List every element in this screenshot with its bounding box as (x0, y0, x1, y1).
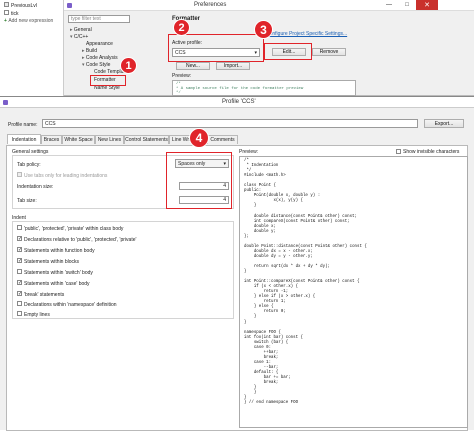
indent-option-label: Declarations relative to 'public', 'prot… (24, 236, 137, 243)
app-icon (67, 3, 72, 8)
indent-option-label: Statements within blocks (24, 258, 80, 265)
indent-option-label: Empty lines (24, 311, 50, 318)
annotation-badge-4: 4 (189, 128, 209, 148)
indent-option-checkbox[interactable]: Empty lines (17, 311, 50, 318)
indent-option-label: 'public', 'protected', 'private' within … (24, 225, 124, 232)
show-invisible-checkbox[interactable]: Show invisible characters (396, 148, 459, 155)
indentation-size-label: Indentation size: (17, 184, 54, 190)
new-button[interactable]: New... (176, 62, 210, 70)
previous-item[interactable]: PreviousLvl (4, 2, 37, 9)
export-button[interactable]: Export... (424, 119, 464, 128)
prefs-preview-box: /* * A sample source file for the code f… (172, 80, 356, 96)
checkbox-icon (17, 311, 22, 316)
profile-name-label: Profile name: (8, 122, 38, 128)
add-expression-link[interactable]: + Add new expression (4, 18, 53, 24)
indent-option-label: Declarations within 'namespace' definiti… (24, 301, 117, 308)
indent-option-checkbox[interactable]: 'public', 'protected', 'private' within … (17, 225, 123, 232)
use-tabs-checkbox[interactable]: Use tabs only for leading indentations (17, 172, 107, 179)
indent-option-checkbox[interactable]: ✓ Declarations relative to 'public', 'pro… (17, 236, 136, 243)
prefs-preview-label: Preview: (172, 73, 192, 79)
minimize-button[interactable]: — (380, 0, 398, 10)
tree-code-analysis[interactable]: ▸ Code Analysis (82, 55, 118, 61)
prefs-title: Preferences (194, 2, 227, 8)
indent-option-label: Statements within 'case' body (24, 280, 90, 287)
tab-braces[interactable]: Braces (41, 135, 62, 144)
code-preview-text: /* * Indentation */ #include <math.h> cl… (244, 159, 367, 406)
indent-option-checkbox[interactable]: ✓ Statements within blocks (17, 258, 79, 265)
checkmark-icon: ✓ (17, 236, 23, 242)
tab-control-statements[interactable]: Control Statements (124, 135, 169, 144)
checkmark-icon: ✓ (17, 258, 23, 264)
import-button[interactable]: Import... (216, 62, 250, 70)
indent-option-checkbox[interactable]: Statements within 'switch' body (17, 269, 93, 276)
profile-name-input[interactable]: CCS (42, 119, 418, 128)
indent-option-label: 'break' statements (24, 291, 65, 298)
tree-build[interactable]: ▸ Build (82, 48, 97, 54)
checkbox-icon (17, 225, 22, 230)
tree-appearance[interactable]: Appearance (86, 41, 113, 47)
annotation-box-4 (166, 152, 232, 209)
checkmark-icon: ✓ (17, 247, 23, 253)
maximize-button[interactable]: □ (398, 0, 416, 10)
checkmark-icon: ✓ (17, 291, 23, 297)
indent-option-checkbox[interactable]: ✓ Statements within 'case' body (17, 280, 90, 287)
tab-policy-label: Tab policy: (17, 162, 41, 168)
annotation-box-3 (264, 43, 312, 60)
annotation-box-1 (90, 75, 126, 86)
annotation-badge-3: 3 (254, 20, 273, 39)
tree-cpp[interactable]: ▾ C/C++ (70, 34, 88, 40)
filter-input[interactable]: type filter text (68, 15, 130, 23)
tree-code-style[interactable]: ▾ Code Style (82, 62, 110, 68)
tree-general[interactable]: ▸ General (70, 27, 92, 33)
tab-comments[interactable]: Comments (207, 135, 238, 144)
code-preview: /* * Indentation */ #include <math.h> cl… (239, 156, 468, 428)
dialog-preview-label: Preview: (239, 149, 259, 155)
indent-option-label: Statements within function body (24, 247, 95, 254)
preferences-window: PreviousLvl tick + Add new expression Pr… (0, 0, 474, 96)
checkbox-icon (17, 269, 22, 274)
indent-option-checkbox[interactable]: ✓ Statements within function body (17, 247, 95, 254)
annotation-badge-1: 1 (120, 57, 137, 74)
annotation-box-2 (168, 34, 264, 62)
remove-button[interactable]: Remove (312, 48, 346, 56)
dialog-app-icon (3, 100, 8, 105)
tab-new-lines[interactable]: New Lines (95, 135, 124, 144)
prefs-title-bar: Preferences — □ ✕ (64, 0, 474, 11)
dialog-title-bar: Profile 'CCS' (0, 97, 474, 108)
annotation-badge-2: 2 (173, 19, 190, 36)
indent-option-checkbox[interactable]: ✓'break' statements (17, 291, 64, 298)
close-button[interactable]: ✕ (416, 0, 438, 10)
configure-project-link[interactable]: Configure Project Specific Settings... (266, 31, 347, 37)
dialog-title: Profile 'CCS' (222, 99, 256, 105)
checkmark-icon: ✓ (17, 280, 23, 286)
tab-indentation[interactable]: Indentation (7, 134, 41, 144)
checkbox-icon (17, 301, 22, 306)
tick-item[interactable]: tick (4, 10, 19, 17)
tab-size-label: Tab size: (17, 198, 37, 204)
tab-white-space[interactable]: White Space (62, 135, 95, 144)
indent-option-checkbox[interactable]: Declarations within 'namespace' definiti… (17, 301, 117, 308)
indent-option-label: Statements within 'switch' body (24, 269, 93, 276)
